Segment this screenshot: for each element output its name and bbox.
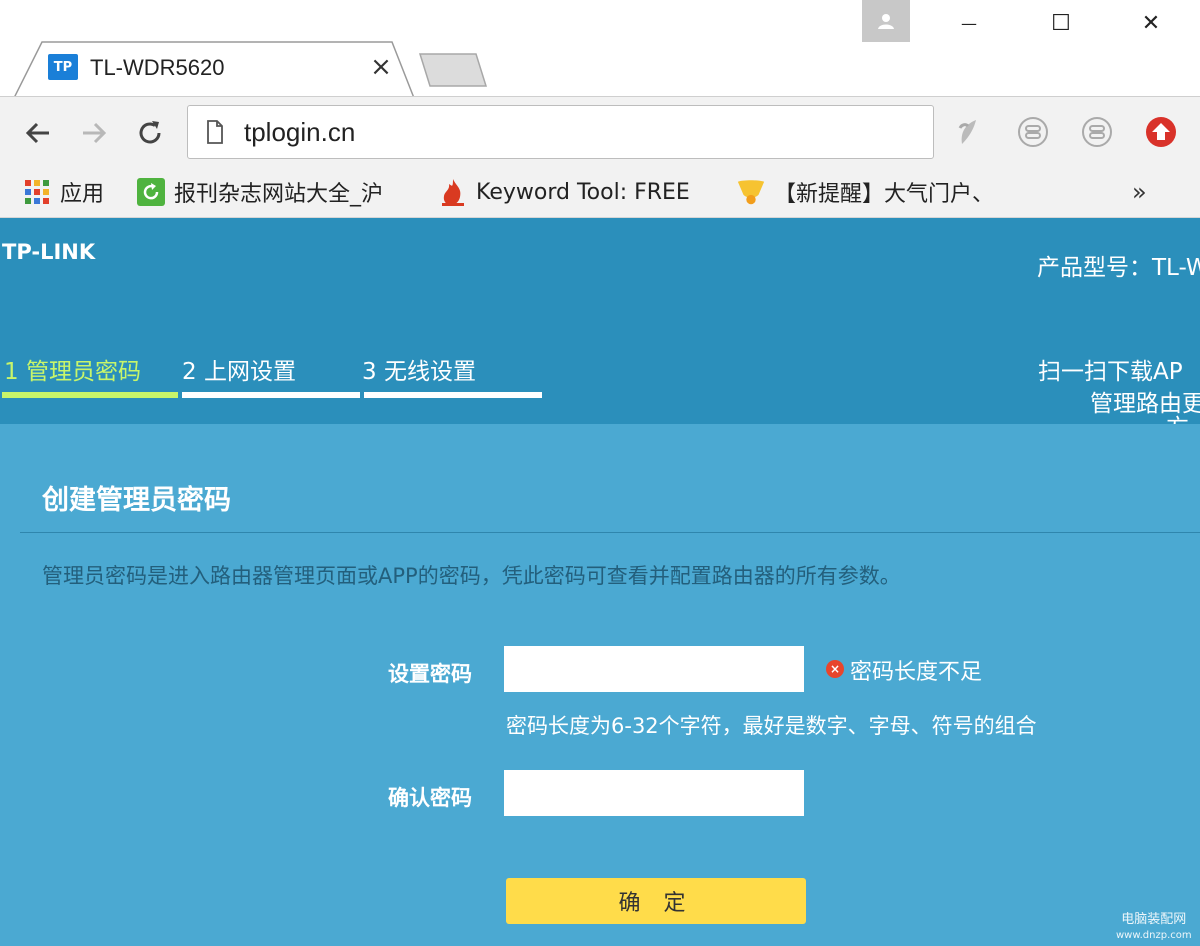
tab-title: TL-WDR5620 (90, 55, 225, 80)
product-model: 产品型号：TL-W (1037, 255, 1200, 281)
app-text-clipped: 方 (1166, 414, 1196, 424)
extension-feather-icon[interactable] (952, 115, 986, 149)
bookmark-label: 应用 (60, 182, 105, 207)
step-wireless-setup[interactable]: 3 无线设置 (362, 352, 476, 386)
window-close-button[interactable]: ✕ (1128, 6, 1174, 40)
bookmark-label: 【新提醒】大气门户、 (774, 182, 995, 207)
maximize-button[interactable]: ☐ (1038, 6, 1084, 40)
watermark: 电脑装配网 www.dnzp.com (1116, 912, 1192, 944)
forward-arrow-icon (83, 122, 107, 144)
window-close-icon: ✕ (1141, 10, 1161, 36)
address-bar[interactable]: tplogin.cn (187, 105, 934, 159)
section-description: 管理员密码是进入路由器管理页面或APP的密码，凭此密码可查看并配置路由器的所有参… (42, 564, 901, 588)
extension-circle-icon-1[interactable] (1016, 115, 1050, 149)
back-button[interactable] (18, 113, 58, 153)
browser-titlebar: TP TL-WDR5620 × — ☐ ✕ (0, 0, 1200, 98)
router-header: TP-LINK 产品型号：TL-W 1 管理员密码 2 上网设置 3 无线设置 … (0, 218, 1200, 424)
apps-grid-icon (22, 177, 52, 207)
tab-close-icon[interactable]: × (366, 52, 396, 82)
bookmark-apps[interactable]: 应用 (22, 174, 104, 210)
extension-circle-icon-2[interactable] (1080, 115, 1114, 149)
section-title: 创建管理员密码 (42, 485, 231, 516)
password-hint: 密码长度为6-32个字符，最好是数字、字母、符号的组合 (506, 714, 1037, 738)
step-admin-password[interactable]: 1 管理员密码 (4, 352, 141, 386)
error-icon: × (826, 660, 844, 678)
flame-icon (438, 177, 468, 207)
router-page: TP-LINK 产品型号：TL-W 1 管理员密码 2 上网设置 3 无线设置 … (0, 218, 1200, 946)
bookmark-journals[interactable]: 报刊杂志网站大全_沪 (136, 174, 406, 210)
forward-button[interactable] (74, 113, 114, 153)
page-icon (207, 120, 223, 144)
bookmark-label: 报刊杂志网站大全_沪 (174, 182, 384, 207)
browser-toolbar: tplogin.cn (0, 96, 1200, 166)
tp-link-favicon-icon: TP (48, 54, 78, 80)
refresh-green-icon (136, 177, 166, 207)
profile-avatar-icon[interactable] (862, 0, 910, 42)
reload-button[interactable] (130, 113, 170, 153)
app-manage-text: 管理路由更 (1090, 391, 1200, 417)
maximize-icon: ☐ (1051, 10, 1071, 36)
confirm-password-label: 确认密码 (388, 786, 472, 810)
bookmark-keyword-tool[interactable]: Keyword Tool: FREE (438, 174, 706, 210)
tp-link-logo: TP-LINK (2, 240, 96, 264)
browser-tab[interactable]: TP TL-WDR5620 × (14, 40, 414, 98)
reload-icon (139, 121, 161, 144)
minimize-button[interactable]: — (946, 6, 992, 40)
app-text-clipped-label: 方 (1166, 414, 1196, 424)
confirm-button[interactable]: 确 定 (506, 878, 806, 924)
step-bar-1 (2, 392, 178, 398)
extension-upload-icon[interactable] (1144, 115, 1178, 149)
watermark-line2: www.dnzp.com (1116, 930, 1192, 941)
bookmark-reminder[interactable]: 【新提醒】大气门户、 (736, 174, 1006, 210)
step-bar-3 (364, 392, 542, 398)
password-error-text: 密码长度不足 (850, 660, 983, 685)
watermark-line1: 电脑装配网 (1121, 912, 1187, 927)
confirm-password-input[interactable] (504, 770, 804, 816)
section-divider (20, 532, 1200, 533)
bookmarks-overflow-icon[interactable]: » (1132, 178, 1147, 206)
back-arrow-icon (25, 122, 49, 144)
step-bar-2 (182, 392, 360, 398)
minimize-icon: — (961, 13, 977, 33)
url-text: tplogin.cn (244, 117, 356, 147)
new-tab-button[interactable] (418, 52, 490, 88)
bell-icon (736, 177, 766, 207)
set-password-input[interactable] (504, 646, 804, 692)
set-password-label: 设置密码 (388, 662, 472, 686)
bookmarks-bar: 应用 报刊杂志网站大全_沪 Keyword Tool: FREE 【新提醒】大气… (0, 166, 1200, 218)
bookmark-label: Keyword Tool: FREE (476, 179, 690, 205)
step-internet-setup[interactable]: 2 上网设置 (182, 352, 296, 386)
app-download-text: 扫一扫下载AP (1038, 359, 1183, 385)
